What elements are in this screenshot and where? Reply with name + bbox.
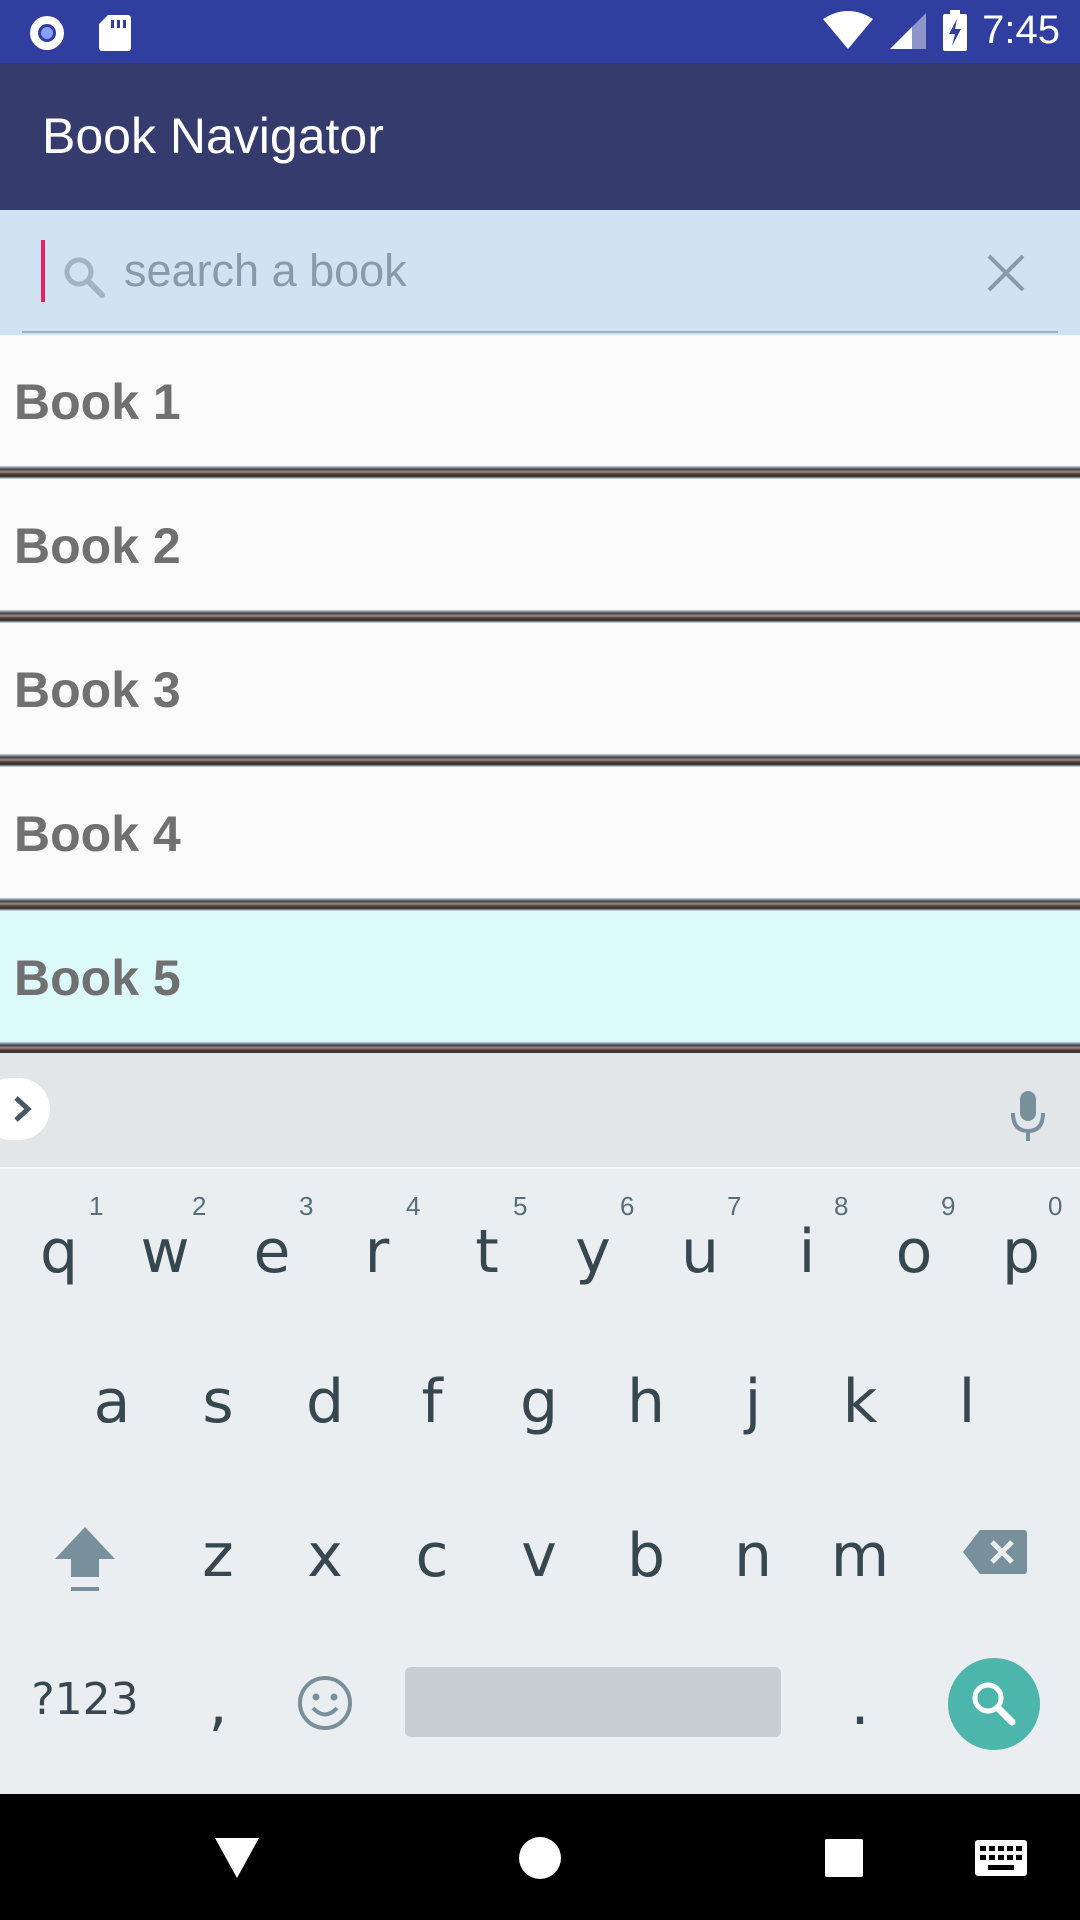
status-left-icons (28, 14, 132, 52)
key-comma[interactable]: , (173, 1669, 263, 1739)
key-b[interactable]: b (601, 1521, 691, 1591)
wifi-icon (823, 10, 874, 49)
book-label: Book 4 (14, 806, 181, 862)
back-icon[interactable] (213, 1836, 261, 1880)
book-row-1[interactable]: Book 1 (0, 335, 1080, 466)
key-f[interactable]: f (387, 1367, 477, 1437)
keyboard-suggestion-strip (0, 1053, 1080, 1169)
row-divider (0, 898, 1080, 911)
key-e[interactable]: e (227, 1217, 317, 1287)
key-u[interactable]: u (655, 1217, 745, 1287)
backspace-icon[interactable] (962, 1528, 1028, 1576)
row-divider (0, 754, 1080, 767)
sd-card-icon (99, 15, 131, 51)
key-period[interactable]: . (815, 1669, 905, 1739)
symbols-key[interactable]: ?123 (20, 1674, 150, 1725)
book-label: Book 1 (14, 374, 181, 430)
navigation-bar (0, 1794, 1080, 1920)
signal-icon (890, 12, 927, 49)
shift-icon[interactable] (53, 1525, 117, 1597)
app-bar: Book Navigator (0, 63, 1080, 210)
key-k[interactable]: k (815, 1367, 905, 1437)
emoji-icon[interactable] (297, 1675, 353, 1731)
app-title: Book Navigator (42, 108, 384, 164)
record-icon (30, 16, 64, 50)
home-icon[interactable] (518, 1836, 562, 1880)
book-row-4[interactable]: Book 4 (0, 767, 1080, 898)
soft-keyboard: 1 q 2 w 3 e 4 r 5 t 6 y 7 u 8 i 9 o 0 p … (0, 1169, 1080, 1794)
search-icon (64, 257, 105, 298)
search-action-button[interactable] (948, 1658, 1040, 1750)
book-label: Book 5 (14, 950, 181, 1006)
key-i[interactable]: i (762, 1217, 852, 1287)
chevron-right-icon (14, 1096, 32, 1122)
book-row-3[interactable]: Book 3 (0, 623, 1080, 754)
key-r[interactable]: r (332, 1217, 422, 1287)
row-divider (0, 466, 1080, 479)
text-cursor (41, 240, 45, 302)
key-y[interactable]: y (548, 1217, 638, 1287)
key-t[interactable]: t (442, 1217, 532, 1287)
key-m[interactable]: m (815, 1521, 905, 1591)
key-l[interactable]: l (922, 1367, 1012, 1437)
book-label: Book 3 (14, 662, 181, 718)
key-j[interactable]: j (708, 1367, 798, 1437)
key-w[interactable]: w (120, 1217, 210, 1287)
key-g[interactable]: g (494, 1367, 584, 1437)
book-row-2[interactable]: Book 2 (0, 479, 1080, 610)
suggestion-expand-button[interactable] (0, 1078, 50, 1140)
status-bar: 7:45 (0, 0, 1080, 63)
keyboard-switch-icon[interactable] (974, 1839, 1028, 1877)
row-divider (0, 610, 1080, 623)
search-icon (972, 1682, 1016, 1726)
spacebar[interactable] (405, 1667, 781, 1737)
clear-search-icon[interactable] (985, 252, 1027, 294)
status-time: 7:45 (982, 8, 1060, 52)
key-c[interactable]: c (387, 1521, 477, 1591)
book-label: Book 2 (14, 518, 181, 574)
key-n[interactable]: n (708, 1521, 798, 1591)
key-d[interactable]: d (280, 1367, 370, 1437)
key-h[interactable]: h (601, 1367, 691, 1437)
key-p[interactable]: p (976, 1217, 1066, 1287)
book-row-5[interactable]: Book 5 (0, 911, 1080, 1042)
search-underline (22, 331, 1058, 333)
key-x[interactable]: x (280, 1521, 370, 1591)
key-q[interactable]: q (14, 1217, 104, 1287)
battery-charging-icon (943, 9, 968, 51)
key-o[interactable]: o (869, 1217, 959, 1287)
search-bar (0, 210, 1080, 335)
key-z[interactable]: z (173, 1521, 263, 1591)
status-right-icons: 7:45 (822, 8, 1060, 53)
microphone-icon[interactable] (1008, 1089, 1048, 1145)
key-s[interactable]: s (173, 1367, 263, 1437)
book-list: Book 1 Book 2 Book 3 Book 4 Book 5 (0, 335, 1080, 1055)
search-input[interactable] (124, 236, 944, 306)
key-a[interactable]: a (67, 1367, 157, 1437)
key-v[interactable]: v (494, 1521, 584, 1591)
recents-icon[interactable] (824, 1838, 864, 1878)
